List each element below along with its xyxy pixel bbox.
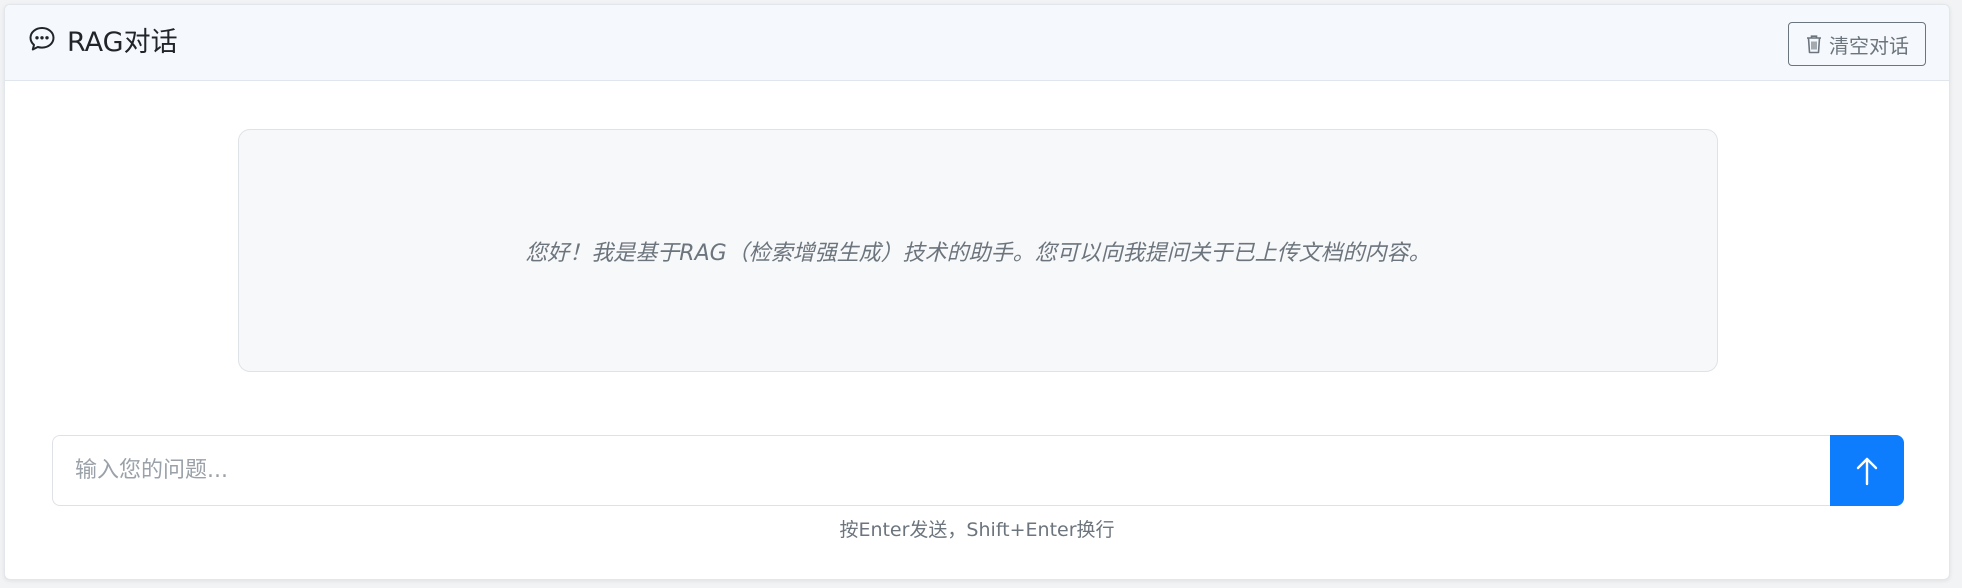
page-title: RAG对话	[67, 26, 178, 58]
chat-bubble-icon	[27, 24, 57, 54]
clear-chat-label: 清空对话	[1829, 33, 1909, 58]
trash-icon	[1805, 34, 1823, 54]
chat-header: RAG对话 清空对话	[5, 5, 1949, 81]
message-input-row	[52, 435, 1904, 506]
input-hint: 按Enter发送，Shift+Enter换行	[839, 519, 1115, 541]
header-title-group: RAG对话	[27, 19, 178, 59]
question-input[interactable]	[52, 435, 1830, 506]
welcome-message-box: 您好！我是基于RAG（检索增强生成）技术的助手。您可以向我提问关于已上传文档的内…	[238, 129, 1718, 372]
arrow-up-icon	[1854, 455, 1880, 487]
clear-chat-button[interactable]: 清空对话	[1788, 22, 1926, 66]
chat-card: RAG对话 清空对话 您好！我是基于RAG（检索增强生成）技术的助手。您可以向我…	[4, 4, 1950, 580]
send-button[interactable]	[1830, 435, 1904, 506]
welcome-message: 您好！我是基于RAG（检索增强生成）技术的助手。您可以向我提问关于已上传文档的内…	[525, 240, 1431, 266]
